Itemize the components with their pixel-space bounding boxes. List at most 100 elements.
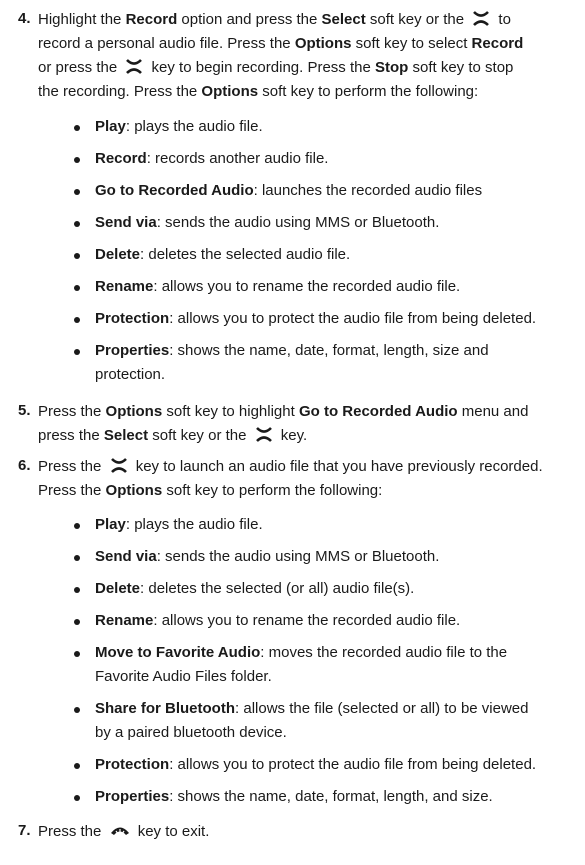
x-key-icon (255, 427, 272, 442)
step-7-text: Press the key to exit. (38, 820, 573, 844)
step-number: 7. (18, 822, 31, 839)
item-desc: : records another audio file. (146, 150, 329, 167)
item-label: Delete (95, 580, 141, 597)
bullet (74, 253, 80, 259)
text: soft key or the (148, 427, 251, 444)
bullet (74, 523, 80, 529)
text: key to exit. (133, 823, 210, 840)
list-item: Rename: allows you to rename the recorde… (74, 275, 575, 299)
text: Press the (38, 458, 106, 475)
item-label: Rename (95, 278, 154, 295)
item-label: Delete (95, 246, 141, 263)
item-desc: : shows the name, date, format, length, … (169, 788, 493, 805)
text: soft key to perform the following: (162, 482, 383, 499)
bold-term: Select (103, 427, 149, 444)
x-key-icon (473, 11, 490, 26)
step-number: 6. (18, 457, 31, 474)
item-desc: : plays the audio file. (125, 516, 263, 533)
step-number: 4. (18, 10, 31, 27)
item-label: Properties (95, 788, 170, 805)
text: soft key to select (351, 35, 472, 52)
list-item: Delete: deletes the selected (or all) au… (74, 577, 575, 601)
list-item: Record: records another audio file. (74, 147, 575, 171)
item-desc-cont: Favorite Audio Files folder. (95, 668, 272, 685)
item-label: Send via (95, 548, 157, 565)
text: Press the (38, 823, 106, 840)
list-item: Share for Bluetooth: allows the file (se… (74, 697, 575, 745)
list-item: Play: plays the audio file. (74, 513, 575, 537)
item-desc: : allows you to protect the audio file f… (169, 310, 537, 327)
list-item: Play: plays the audio file. (74, 115, 575, 139)
bullet (74, 763, 80, 769)
item-label: Play (95, 118, 126, 135)
step-5-text: Press the Options soft key to highlight … (38, 400, 573, 448)
bold-term: Record (125, 11, 178, 28)
item-desc: : shows the name, date, format, length, … (169, 342, 489, 359)
list-item: Move to Favorite Audio: moves the record… (74, 641, 575, 689)
bullet (74, 317, 80, 323)
text: option and press the (177, 11, 322, 28)
bold-term: Options (105, 403, 163, 420)
text: key. (276, 427, 308, 444)
item-desc: : allows you to protect the audio file f… (169, 756, 537, 773)
bold-term: Stop (375, 59, 409, 76)
text: to (494, 11, 511, 28)
step-text-line: the recording. Press the Options soft ke… (38, 80, 573, 104)
manual-page: 4. Highlight the Record option and press… (0, 0, 585, 865)
bold-term: Go to Recorded Audio (298, 403, 458, 420)
text: key to launch an audio file that you hav… (131, 458, 543, 475)
bold-term: Options (105, 482, 163, 499)
item-desc: : launches the recorded audio files (253, 182, 483, 199)
step-text: Highlight the Record option and press th… (38, 8, 573, 32)
bold-term: Options (201, 83, 259, 100)
item-desc: : deletes the selected (or all) audio fi… (140, 580, 415, 597)
item-desc: : plays the audio file. (125, 118, 263, 135)
text: Press the (38, 403, 106, 420)
bullet (74, 555, 80, 561)
list-item: Protection: allows you to protect the au… (74, 753, 575, 777)
text: or press the (38, 59, 122, 76)
list-item: Go to Recorded Audio: launches the recor… (74, 179, 575, 203)
bold-term: Options (294, 35, 352, 52)
item-label: Rename (95, 612, 154, 629)
step-text-line: record a personal audio file. Press the … (38, 32, 573, 56)
bullet (74, 707, 80, 713)
bullet (74, 795, 80, 801)
bullet (74, 125, 80, 131)
list-item: Rename: allows you to rename the recorde… (74, 609, 575, 633)
list-item: Properties: shows the name, date, format… (74, 339, 575, 387)
item-label: Record (95, 150, 147, 167)
text: Highlight the (38, 11, 126, 28)
list-item: Protection: allows you to protect the au… (74, 307, 575, 331)
x-key-icon (110, 458, 127, 473)
item-label: Share for Bluetooth (95, 700, 236, 717)
x-key-icon (126, 59, 143, 74)
bullet (74, 285, 80, 291)
item-label: Play (95, 516, 126, 533)
bullet (74, 157, 80, 163)
item-desc-cont: protection. (95, 366, 166, 383)
step-6-text: Press the key to launch an audio file th… (38, 455, 573, 503)
bullet (74, 221, 80, 227)
text: soft key to perform the following: (258, 83, 479, 100)
list-item: Delete: deletes the selected audio file. (74, 243, 575, 267)
item-desc: : deletes the selected audio file. (140, 246, 351, 263)
item-desc: : allows the file (selected or all) to b… (235, 700, 529, 717)
item-desc: : allows you to rename the recorded audi… (153, 278, 461, 295)
item-desc-cont: by a paired bluetooth device. (95, 724, 287, 741)
text: soft key to stop (408, 59, 514, 76)
item-desc: : moves the recorded audio file to the (260, 644, 508, 661)
step-text-line: or press the key to begin recording. Pre… (38, 56, 573, 80)
bullet (74, 349, 80, 355)
list-item: Send via: sends the audio using MMS or B… (74, 211, 575, 235)
bullet (74, 619, 80, 625)
list-item: Send via: sends the audio using MMS or B… (74, 545, 575, 569)
item-desc: : allows you to rename the recorded audi… (153, 612, 461, 629)
text: soft key or the (365, 11, 469, 28)
bold-term: Record (471, 35, 524, 52)
text: soft key to highlight (162, 403, 299, 420)
bullet (74, 651, 80, 657)
step-number: 5. (18, 402, 31, 419)
item-label: Move to Favorite Audio (95, 644, 261, 661)
text: menu and (457, 403, 529, 420)
